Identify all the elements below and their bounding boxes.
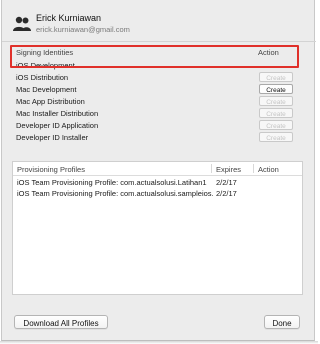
identity-row-developer-id-installer[interactable]: Developer ID Installer Create <box>16 132 296 144</box>
profiles-column-action: Action <box>258 165 279 174</box>
identity-row-ios-distribution[interactable]: iOS Distribution Create <box>16 72 296 84</box>
identity-row-developer-id-application[interactable]: Developer ID Application Create <box>16 120 296 132</box>
profile-name: iOS Team Provisioning Profile: com.actua… <box>17 178 207 187</box>
done-button[interactable]: Done <box>264 315 300 329</box>
profile-name: iOS Team Provisioning Profile: com.actua… <box>17 189 213 198</box>
profiles-column-expires[interactable]: Expires <box>216 165 241 174</box>
column-separator <box>253 164 254 173</box>
account-email: erick.kurniawan@gmail.com <box>36 25 130 34</box>
identity-label: iOS Distribution <box>16 73 69 82</box>
account-header: Erick Kurniawan erick.kurniawan@gmail.co… <box>12 10 302 38</box>
identity-label: Mac Installer Distribution <box>16 109 99 118</box>
profile-row[interactable]: iOS Team Provisioning Profile: com.actua… <box>13 177 302 188</box>
create-button[interactable]: Create <box>259 72 293 82</box>
create-button[interactable]: Create <box>259 132 293 142</box>
profile-row[interactable]: iOS Team Provisioning Profile: com.actua… <box>13 188 302 199</box>
profile-expires: 2/2/17 <box>216 189 237 198</box>
profiles-column-name[interactable]: Provisioning Profiles <box>17 165 85 174</box>
identity-row-mac-app-distribution[interactable]: Mac App Distribution Create <box>16 96 296 108</box>
identity-row-mac-development[interactable]: Mac Development Create <box>16 84 296 96</box>
header-divider <box>2 41 316 42</box>
create-button[interactable]: Create <box>259 120 293 130</box>
download-all-profiles-button[interactable]: Download All Profiles <box>14 315 108 329</box>
provisioning-profiles-table: Provisioning Profiles Expires Action iOS… <box>12 161 303 295</box>
identity-label: Developer ID Installer <box>16 133 89 142</box>
profile-expires: 2/2/17 <box>216 178 237 187</box>
account-name: Erick Kurniawan <box>36 13 102 23</box>
identity-label: Mac App Distribution <box>16 97 85 106</box>
create-button[interactable]: Create <box>259 108 293 118</box>
two-person-icon <box>12 14 32 34</box>
create-button[interactable]: Create <box>259 96 293 106</box>
create-button[interactable]: Create <box>259 84 293 94</box>
identity-row-mac-installer-distribution[interactable]: Mac Installer Distribution Create <box>16 108 296 120</box>
column-separator <box>211 164 212 173</box>
annotation-highlight-box <box>10 45 299 68</box>
profiles-table-header: Provisioning Profiles Expires Action <box>13 162 302 176</box>
identity-label: Mac Development <box>16 85 77 94</box>
identity-label: Developer ID Application <box>16 121 99 130</box>
